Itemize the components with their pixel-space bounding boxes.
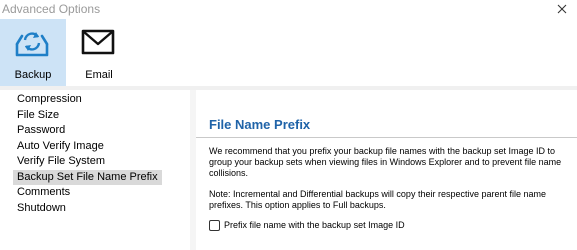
- close-icon: [557, 4, 567, 14]
- panel-description: We recommend that you prefix your backup…: [209, 146, 562, 178]
- sidebar-item-backup-set-file-name-prefix[interactable]: Backup Set File Name Prefix: [13, 170, 162, 185]
- panel-title: File Name Prefix: [209, 117, 311, 132]
- toolbar-backup-button[interactable]: Backup: [0, 19, 66, 86]
- sidebar-item-password[interactable]: Password: [13, 123, 69, 138]
- sidebar-item-comments[interactable]: Comments: [13, 185, 74, 200]
- sidebar-item-file-size[interactable]: File Size: [13, 108, 63, 123]
- email-icon: [81, 29, 115, 55]
- category-toolbar: Backup Email: [0, 19, 577, 86]
- toolbar-email-button[interactable]: Email: [66, 19, 132, 86]
- settings-panel: File Name Prefix We recommend that you p…: [196, 90, 577, 250]
- sidebar-item-shutdown[interactable]: Shutdown: [13, 201, 70, 216]
- toolbar-email-label: Email: [85, 69, 113, 81]
- toolbar-backup-label: Backup: [14, 69, 52, 81]
- panel-title-divider: [196, 137, 577, 138]
- window-title: Advanced Options: [2, 2, 101, 16]
- sidebar-item-auto-verify-image[interactable]: Auto Verify Image: [13, 139, 108, 154]
- backup-icon: [15, 32, 49, 57]
- prefix-image-id-label[interactable]: Prefix file name with the backup set Ima…: [224, 219, 405, 232]
- title-bar: Advanced Options: [0, 0, 577, 19]
- sidebar-item-verify-file-system[interactable]: Verify File System: [13, 154, 109, 169]
- panel-note: Note: Incremental and Differential backu…: [209, 189, 547, 210]
- options-sidebar: Compression File Size Password Auto Veri…: [0, 90, 190, 250]
- prefix-image-id-checkbox[interactable]: [209, 220, 220, 231]
- close-button[interactable]: [555, 2, 569, 16]
- sidebar-item-compression[interactable]: Compression: [13, 92, 86, 107]
